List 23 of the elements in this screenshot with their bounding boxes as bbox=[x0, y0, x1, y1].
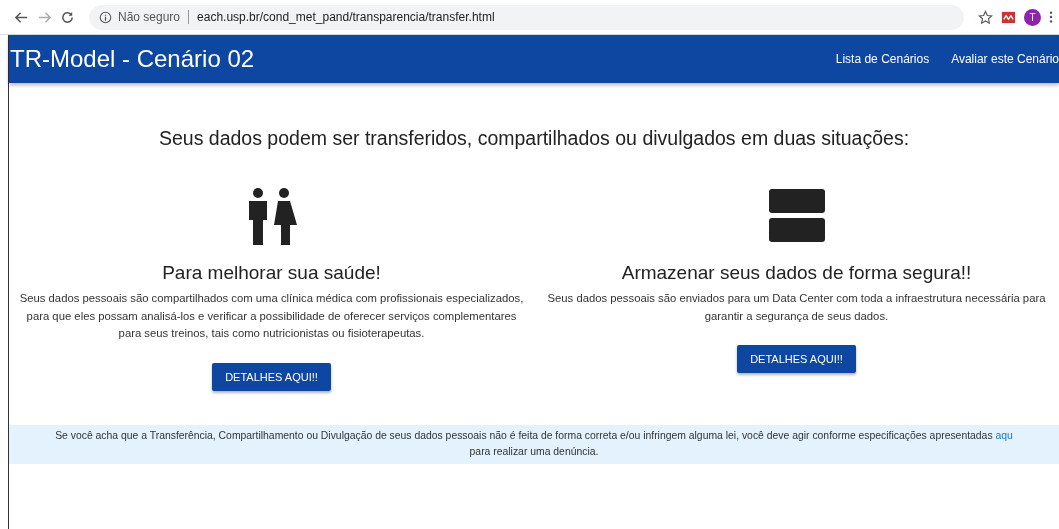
site-title[interactable]: TR-Model - Cenário 02 bbox=[9, 45, 255, 73]
url-text: each.usp.br/cond_met_pand/transparencia/transfer.html bbox=[197, 10, 495, 24]
page-heading: Seus dados podem ser transferidos, compartilhados ou divulgados em duas situações: bbox=[157, 127, 911, 150]
notice-link[interactable]: aqu bbox=[995, 429, 1013, 441]
menu-icon[interactable] bbox=[1049, 10, 1053, 24]
notice-text: Se você acha que a Transferência, Compartilhamento ou Divulgação de seus dados pessoais não é feita de forma correta e/ou infringem alguma lei, você deve agir conforme especificações apresentadas aqu para realizar uma denúncia. bbox=[54, 428, 1014, 460]
star-icon[interactable] bbox=[978, 9, 993, 25]
address-bar[interactable]: Não seguro each.usp.br/cond_met_pand/transparencia/transfer.html bbox=[89, 4, 964, 30]
card-title: Para melhorar sua saúde! bbox=[162, 262, 381, 284]
details-button[interactable]: DETALHES AQUI!! bbox=[737, 345, 856, 373]
card-title: Armazenar seus dados de forma segura!! bbox=[621, 262, 972, 284]
people-icon bbox=[246, 187, 297, 245]
extension-icon[interactable] bbox=[1001, 9, 1016, 25]
info-icon[interactable] bbox=[99, 10, 112, 24]
nav-link[interactable]: Lista de Cenários bbox=[835, 52, 930, 66]
nav-link[interactable]: Avaliar este Cenário bbox=[951, 52, 1059, 66]
card-text: Seus dados pessoais são compartilhados com uma clínica médica com profissionais especializados, para que eles possam analisá-los e verificar a possibilidade de oferecer serviços complementares para seus treinos, tais como nutricionistas ou fisioterapeutas. bbox=[18, 291, 525, 341]
details-button[interactable]: DETALHES AQUI!! bbox=[212, 362, 331, 391]
profile-avatar[interactable]: T bbox=[1024, 8, 1041, 26]
reload-icon[interactable] bbox=[60, 9, 75, 25]
server-icon bbox=[767, 189, 826, 243]
card-text: Seus dados pessoais são enviados para um Data Center com toda a infraestrutura necessária para garantir a segurança de seus dados. bbox=[546, 291, 1047, 324]
security-label: Não seguro bbox=[118, 10, 190, 24]
